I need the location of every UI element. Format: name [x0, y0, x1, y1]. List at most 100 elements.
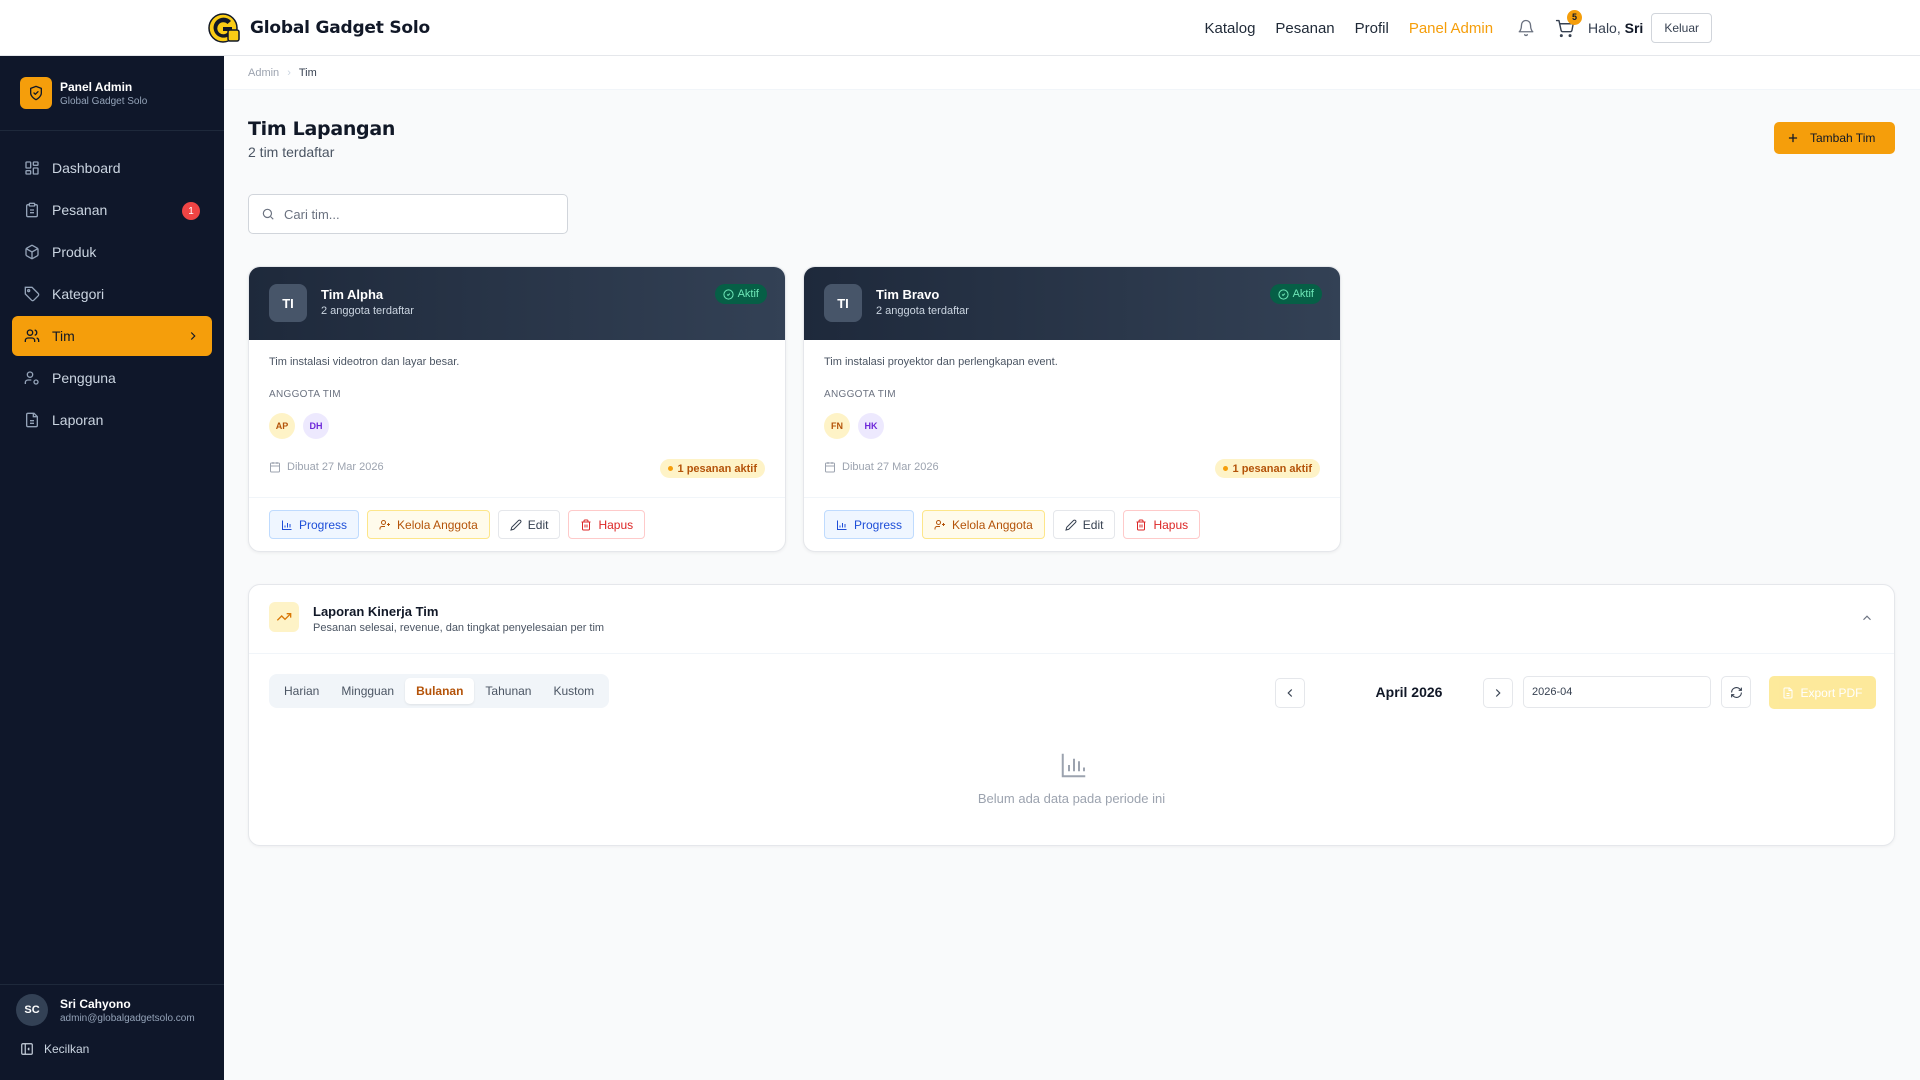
delete-button[interactable]: Hapus	[568, 510, 646, 539]
sidebar-item-laporan[interactable]: Laporan	[12, 400, 212, 440]
export-pdf-label: Export PDF	[1800, 685, 1863, 700]
team-member-count: 2 anggota terdaftar	[321, 305, 414, 317]
member-avatar[interactable]: AP	[269, 413, 295, 439]
tab-bulanan[interactable]: Bulanan	[405, 678, 475, 704]
tab-kustom[interactable]: Kustom	[542, 678, 605, 704]
member-avatar[interactable]: FN	[824, 413, 850, 439]
member-avatar[interactable]: DH	[303, 413, 329, 439]
team-avatar: TI	[824, 284, 862, 322]
top-navbar: Global Gadget Solo Katalog Pesanan Profi…	[0, 0, 1920, 56]
add-team-label: Tambah Tim	[1810, 131, 1876, 145]
bell-icon[interactable]	[1517, 19, 1535, 37]
sidebar-item-dashboard[interactable]: Dashboard	[12, 148, 212, 188]
tag-icon	[24, 286, 40, 302]
manage-members-button[interactable]: Kelola Anggota	[922, 510, 1045, 539]
period-tabs: Harian Mingguan Bulanan Tahunan Kustom	[269, 674, 610, 708]
manage-members-button[interactable]: Kelola Anggota	[367, 510, 490, 539]
trash-icon	[1136, 519, 1146, 530]
previous-period-button[interactable]	[1275, 678, 1305, 708]
add-team-button[interactable]: Tambah Tim	[1774, 122, 1895, 154]
brand[interactable]: Global Gadget Solo	[208, 13, 430, 43]
sidebar: Panel Admin Global Gadget Solo Dashboard…	[0, 56, 224, 1080]
delete-label: Hapus	[598, 517, 634, 532]
breadcrumb-current: Tim	[298, 67, 317, 79]
edit-button[interactable]: Edit	[497, 510, 561, 539]
search-input[interactable]	[284, 206, 554, 222]
delete-button[interactable]: Hapus	[1123, 510, 1201, 539]
box-icon	[25, 244, 39, 260]
report-subtitle: Pesanan selesai, revenue, dan tingkat pe…	[313, 622, 605, 634]
user-cog-icon	[24, 371, 39, 385]
chevron-right-icon	[1495, 689, 1501, 697]
next-period-button[interactable]	[1483, 678, 1513, 708]
created-date-text: Dibuat 27 Mar 2026	[287, 461, 384, 473]
user-name: Sri Cahyono	[60, 996, 131, 1011]
sidebar-item-pengguna[interactable]: Pengguna	[12, 358, 212, 398]
collapse-label: Kecilkan	[44, 1042, 90, 1056]
search-icon	[262, 208, 274, 220]
sidebar-item-label: Tim	[52, 328, 75, 344]
chevron-left-icon	[1287, 689, 1293, 697]
cart-button[interactable]: 5	[1555, 9, 1583, 38]
nav-link-panel-admin[interactable]: Panel Admin	[1409, 20, 1493, 37]
pending-orders-badge: 1	[182, 202, 200, 220]
active-orders-badge: 1 pesanan aktif	[1214, 459, 1320, 478]
created-date-text: Dibuat 27 Mar 2026	[842, 461, 939, 473]
team-actions: Progress Kelola Anggota Edit Hapus	[824, 510, 1208, 539]
report-divider	[249, 653, 1894, 654]
sidebar-item-pesanan[interactable]: Pesanan 1	[12, 190, 212, 230]
report-title: Laporan Kinerja Tim	[313, 604, 439, 619]
chevron-up-icon[interactable]	[1860, 611, 1874, 625]
card-divider	[249, 497, 785, 498]
tab-harian[interactable]: Harian	[273, 678, 330, 704]
breadcrumb-bar: Admin › Tim	[224, 56, 1920, 90]
status-dot	[667, 466, 673, 471]
grid-icon	[25, 161, 39, 175]
sidebar-item-produk[interactable]: Produk	[12, 232, 212, 272]
user-greeting: Halo, Sri	[1588, 20, 1643, 36]
brand-name: Global Gadget Solo	[250, 18, 431, 38]
greeting-user-name: Sri	[1624, 20, 1644, 36]
active-orders-text: 1 pesanan aktif	[677, 462, 757, 475]
file-icon	[26, 412, 38, 428]
empty-state-text: Belum ada data pada periode ini	[977, 791, 1166, 806]
chevron-right-icon	[190, 332, 196, 340]
month-picker-input[interactable]: 2026-04	[1523, 676, 1711, 708]
calendar-icon	[270, 462, 280, 473]
refresh-button[interactable]	[1721, 676, 1751, 708]
breadcrumb-root[interactable]: Admin	[248, 67, 279, 79]
progress-label: Progress	[854, 517, 903, 532]
users-icon	[24, 329, 40, 342]
logout-button[interactable]: Keluar	[1651, 13, 1712, 43]
tab-mingguan[interactable]: Mingguan	[330, 678, 405, 704]
top-nav-links: Katalog Pesanan Profil Panel Admin 5 Hal…	[1205, 9, 1712, 44]
sidebar-divider	[0, 130, 224, 131]
empty-chart-icon	[1059, 750, 1089, 780]
sidebar-item-kategori[interactable]: Kategori	[12, 274, 212, 314]
progress-button[interactable]: Progress	[824, 510, 915, 539]
team-member-count: 2 anggota terdaftar	[876, 305, 969, 317]
nav-link-profil[interactable]: Profil	[1355, 20, 1389, 37]
breadcrumb-separator-icon: ›	[287, 67, 291, 79]
tab-tahunan[interactable]: Tahunan	[474, 678, 542, 704]
breadcrumb: Admin › Tim	[248, 67, 317, 79]
clipboard-icon	[26, 202, 38, 218]
active-orders-badge: 1 pesanan aktif	[659, 459, 765, 478]
team-card: TI Tim Alpha 2 anggota terdaftar Aktif T…	[248, 266, 786, 552]
edit-button[interactable]: Edit	[1052, 510, 1116, 539]
nav-link-pesanan[interactable]: Pesanan	[1275, 20, 1334, 37]
edit-label: Edit	[527, 517, 549, 532]
sidebar-menu: Dashboard Pesanan 1 Produk Kategori Tim …	[12, 148, 212, 442]
nav-link-katalog[interactable]: Katalog	[1205, 20, 1256, 37]
team-card-header: TI Tim Alpha 2 anggota terdaftar Aktif	[249, 267, 785, 340]
export-pdf-button[interactable]: Export PDF	[1769, 676, 1876, 709]
status-dot	[1222, 466, 1228, 471]
collapse-sidebar-button[interactable]: Kecilkan	[20, 1042, 89, 1056]
sidebar-item-label: Kategori	[52, 286, 105, 302]
progress-button[interactable]: Progress	[269, 510, 360, 539]
team-avatar: TI	[269, 284, 307, 322]
bar-chart-icon	[282, 520, 292, 530]
search-box	[248, 194, 568, 234]
member-avatar[interactable]: HK	[858, 413, 884, 439]
sidebar-item-tim[interactable]: Tim	[12, 316, 212, 356]
